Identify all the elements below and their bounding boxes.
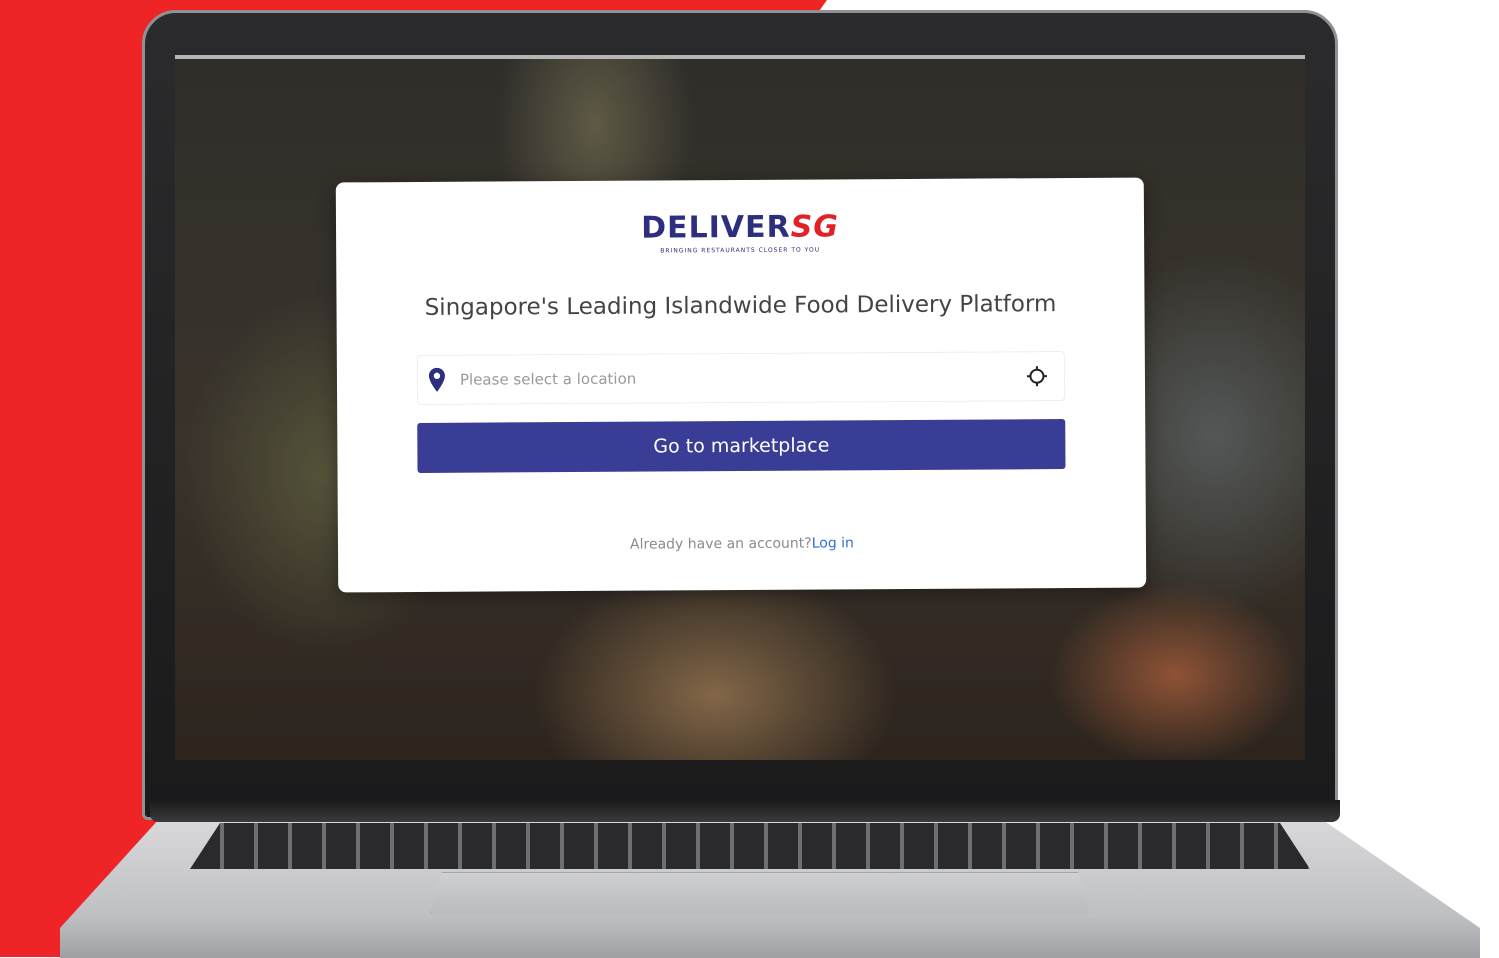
laptop-trackpad bbox=[430, 872, 1092, 916]
location-search-field[interactable] bbox=[417, 351, 1065, 405]
logo-tagline: BRINGING RESTAURANTS CLOSER TO YOU bbox=[336, 245, 1144, 257]
laptop-base bbox=[0, 760, 1499, 957]
go-to-marketplace-button[interactable]: Go to marketplace bbox=[417, 419, 1065, 473]
page-headline: Singapore's Leading Islandwide Food Deli… bbox=[336, 291, 1144, 322]
login-prompt: Already have an account?Log in bbox=[338, 534, 1146, 555]
logo-wordmark: DELIVERSG bbox=[641, 209, 839, 245]
brand-logo[interactable]: DELIVERSG BRINGING RESTAURANTS CLOSER TO… bbox=[336, 208, 1144, 257]
location-input[interactable] bbox=[458, 355, 1024, 400]
landing-card: DELIVERSG BRINGING RESTAURANTS CLOSER TO… bbox=[336, 178, 1146, 593]
location-pin-icon bbox=[428, 366, 446, 394]
logo-suffix: SG bbox=[791, 209, 839, 244]
locate-me-icon[interactable] bbox=[1024, 363, 1050, 389]
laptop-hinge bbox=[150, 800, 1340, 822]
login-link[interactable]: Log in bbox=[812, 535, 854, 551]
login-prompt-text: Already have an account? bbox=[630, 536, 812, 553]
laptop-keyboard bbox=[190, 823, 1310, 869]
